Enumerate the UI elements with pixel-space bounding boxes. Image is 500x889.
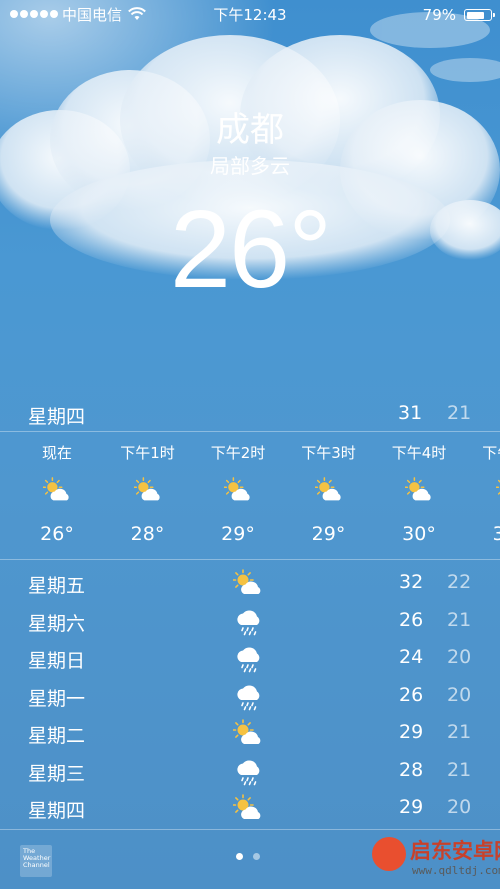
hourly-temperature: 26° — [40, 523, 74, 545]
current-temperature: 26° — [169, 188, 332, 311]
hourly-item: 下午2时 29° — [198, 432, 278, 559]
daily-day-label: 星期一 — [28, 687, 86, 710]
partly-sunny-icon — [42, 476, 73, 506]
status-bar: 中国电信 下午12:43 79% — [0, 0, 500, 30]
daily-forecast-row: 星期四 29 20 — [0, 791, 500, 829]
daily-day-label: 星期日 — [28, 650, 86, 672]
partly-sunny-icon — [232, 719, 265, 749]
daily-high-temp: 28 — [399, 758, 424, 781]
daily-high-temp: 29 — [399, 796, 424, 818]
daily-low-temp: 22 — [447, 571, 472, 593]
watermark-url: www.qdltdj.com — [412, 864, 500, 877]
hourly-item: 下午4时 30° — [379, 432, 459, 559]
hourly-item: 下午5时 30° — [470, 432, 500, 559]
rain-cloud-icon — [233, 607, 265, 637]
daily-high-temp: 29 — [399, 721, 424, 743]
partly-sunny-icon — [232, 794, 265, 824]
daily-day-label: 星期五 — [28, 575, 86, 597]
partly-sunny-icon — [404, 476, 435, 506]
rain-cloud-icon — [233, 682, 265, 712]
daily-forecast-row: 星期一 26 20 — [0, 679, 500, 717]
bottom-toolbar: The Weather Channel 启东安卓网 www.qdltdj.com — [0, 829, 500, 889]
hourly-forecast-strip[interactable]: 现在 26° 下午1时 28° 下午2时 29° 下午3时 29° 下午4时 30° 下午5时 30° — [0, 432, 500, 559]
daily-forecast-row: 星期三 28 21 — [0, 754, 500, 792]
daily-high-temp: 26 — [399, 683, 424, 706]
daily-low-temp: 21 — [447, 608, 472, 631]
page-indicator[interactable] — [236, 853, 260, 860]
hourly-time-label: 下午5时 — [482, 444, 500, 462]
partly-sunny-icon — [132, 476, 164, 506]
hourly-time-label: 现在 — [41, 444, 72, 462]
watermark-title: 启东安卓网 — [410, 839, 500, 863]
daily-low-temp: 21 — [447, 721, 472, 743]
daily-low-temp: 20 — [447, 646, 472, 668]
page-dot[interactable] — [253, 853, 260, 860]
daily-forecast-row: 星期日 24 20 — [0, 641, 500, 679]
current-condition: 局部多云 — [210, 154, 290, 178]
hourly-item: 下午1时 28° — [108, 432, 188, 559]
hourly-time-label: 下午4时 — [391, 444, 447, 462]
hourly-temperature: 28° — [130, 523, 165, 545]
partly-sunny-icon — [232, 569, 265, 599]
daily-day-label: 星期三 — [28, 762, 86, 785]
daily-low-temp: 21 — [447, 758, 472, 781]
hourly-temperature: 29° — [311, 523, 346, 545]
hourly-time-label: 下午1时 — [120, 444, 175, 462]
daily-day-label: 星期二 — [28, 725, 86, 747]
hourly-item: 下午3时 29° — [289, 432, 369, 559]
rain-cloud-icon — [233, 757, 265, 787]
hourly-time-label: 下午2时 — [210, 444, 266, 462]
daily-low-temp: 20 — [447, 683, 472, 706]
partly-sunny-icon — [223, 476, 254, 506]
city-name: 成都 — [216, 110, 284, 150]
hourly-item: 现在 26° — [17, 432, 97, 559]
daily-forecast-row: 星期六 26 21 — [0, 604, 500, 642]
daily-high-temp: 26 — [399, 608, 424, 631]
hourly-temperature: 30° — [492, 523, 500, 545]
partly-sunny-icon — [494, 476, 500, 506]
today-low-temp: 21 — [447, 402, 472, 424]
daily-forecast-list[interactable]: 星期五 32 22 星期六 26 21 星期日 24 20 星期一 26 20 星期二 29 21 星期三 28… — [0, 566, 500, 829]
partly-sunny-icon — [313, 476, 345, 506]
rain-cloud-icon — [233, 644, 265, 674]
daily-day-label: 星期六 — [28, 612, 86, 635]
weather-channel-logo[interactable]: The Weather Channel — [20, 845, 52, 877]
daily-low-temp: 20 — [447, 796, 472, 818]
hourly-time-label: 下午3时 — [301, 444, 356, 462]
daily-day-label: 星期四 — [28, 800, 86, 822]
hourly-temperature: 29° — [221, 523, 255, 545]
today-summary-row: 星期四 31 21 — [0, 398, 500, 430]
today-day-label: 星期四 — [28, 406, 86, 428]
battery-icon — [464, 9, 495, 21]
divider — [0, 559, 500, 560]
daily-high-temp: 24 — [399, 646, 424, 668]
watermark: 启东安卓网 www.qdltdj.com — [368, 831, 500, 889]
page-dot[interactable] — [236, 853, 243, 860]
watermark-logo-icon — [372, 837, 406, 871]
battery-percent: 79% — [422, 6, 456, 24]
today-high-temp: 31 — [398, 402, 423, 424]
hourly-temperature: 30° — [402, 523, 436, 545]
daily-forecast-row: 星期五 32 22 — [0, 566, 500, 604]
daily-high-temp: 32 — [399, 571, 424, 593]
daily-forecast-row: 星期二 29 21 — [0, 716, 500, 754]
